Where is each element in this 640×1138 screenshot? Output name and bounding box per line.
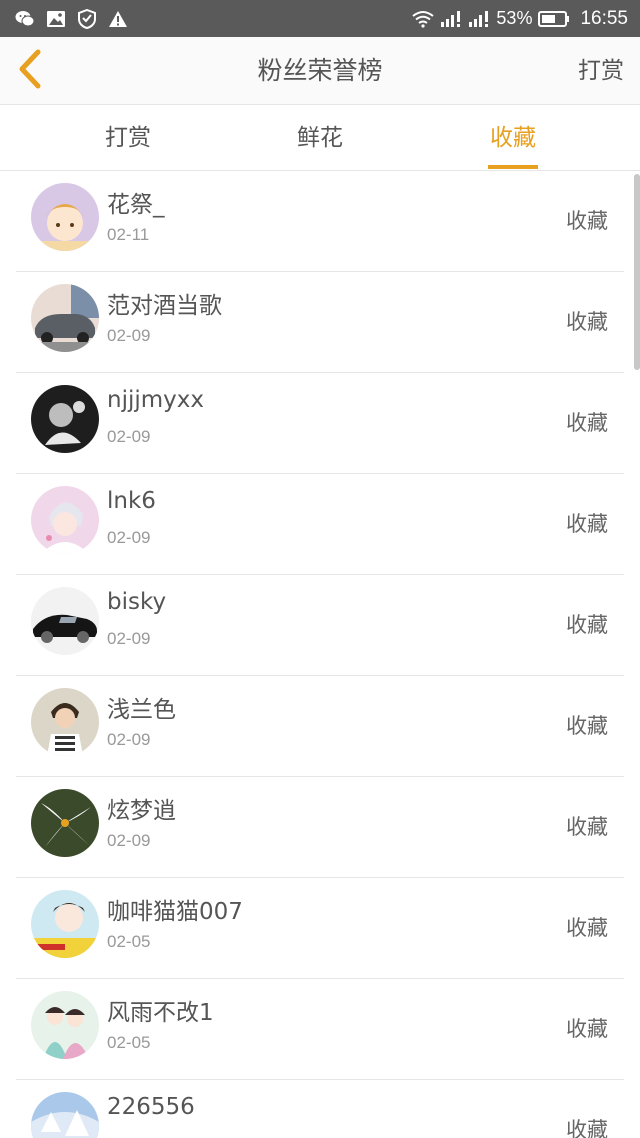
tab-reward[interactable]: 打赏 [58, 105, 198, 171]
user-name: bisky [107, 589, 167, 615]
action-label: 收藏 [566, 1017, 608, 1041]
action-label: 收藏 [566, 411, 608, 435]
list-item[interactable]: 花祭_ 02-11 收藏 [16, 171, 624, 272]
warning-icon [107, 8, 129, 30]
wifi-icon [412, 8, 435, 30]
user-date: 02-05 [107, 1033, 151, 1052]
avatar [31, 890, 99, 958]
status-bar: 53% 16:55 [0, 0, 640, 37]
avatar [31, 587, 99, 655]
tab-favorites[interactable]: 收藏 [443, 105, 583, 171]
shield-icon [76, 8, 98, 30]
user-name: 花祭_ [107, 192, 165, 218]
clock: 16:55 [580, 7, 628, 29]
avatar [31, 284, 99, 352]
user-date: 02-11 [107, 225, 150, 244]
user-name: 浅兰色 [107, 697, 176, 723]
action-label: 收藏 [566, 1118, 608, 1138]
status-icons-left [14, 8, 129, 30]
user-date: 02-09 [107, 528, 151, 547]
avatar [31, 385, 99, 453]
user-name: njjjmyxx [107, 387, 204, 413]
page-title: 粉丝荣誉榜 [257, 56, 383, 85]
action-label: 收藏 [566, 815, 608, 839]
list-item[interactable]: 咖啡猫猫007 02-05 收藏 [16, 878, 624, 979]
status-icons-right: 53% 16:55 [412, 8, 628, 30]
user-date: 02-09 [107, 831, 151, 850]
user-date: 02-09 [107, 326, 151, 345]
avatar [31, 991, 99, 1059]
user-date: 02-09 [107, 730, 151, 749]
list-item[interactable]: 范对酒当歌 02-09 收藏 [16, 272, 624, 373]
list-item[interactable]: 226556 收藏 [16, 1080, 624, 1138]
avatar [31, 183, 99, 251]
user-name: 范对酒当歌 [107, 293, 222, 319]
wechat-icon [14, 8, 36, 30]
user-date: 02-09 [107, 427, 151, 446]
tab-flowers[interactable]: 鲜花 [250, 105, 390, 171]
signal-icon [440, 8, 462, 30]
signal-icon [468, 8, 490, 30]
user-name: 226556 [107, 1094, 195, 1120]
list-item[interactable]: 炫梦逍 02-09 收藏 [16, 777, 624, 878]
fan-list[interactable]: 花祭_ 02-11 收藏 范对酒当歌 02-09 收藏 njjjmyxx 02-… [0, 171, 640, 1138]
scrollbar[interactable] [634, 174, 640, 370]
tab-bar: 打赏 鲜花 收藏 [0, 105, 640, 171]
avatar [31, 688, 99, 756]
list-item[interactable]: bisky 02-09 收藏 [16, 575, 624, 676]
list-item[interactable]: 浅兰色 02-09 收藏 [16, 676, 624, 777]
reward-button[interactable]: 打赏 [578, 37, 624, 105]
action-label: 收藏 [566, 209, 608, 233]
image-icon [45, 8, 67, 30]
user-name: lnk6 [107, 488, 156, 514]
avatar [31, 1092, 99, 1138]
tab-label: 打赏 [105, 125, 151, 151]
action-label: 收藏 [566, 310, 608, 334]
avatar [31, 486, 99, 554]
list-item[interactable]: lnk6 02-09 收藏 [16, 474, 624, 575]
tab-label: 鲜花 [297, 125, 343, 151]
app-header: 粉丝荣誉榜 打赏 [0, 37, 640, 105]
avatar [31, 789, 99, 857]
tab-label: 收藏 [490, 125, 536, 151]
user-name: 咖啡猫猫007 [107, 899, 243, 925]
user-name: 炫梦逍 [107, 798, 176, 824]
action-label: 收藏 [566, 613, 608, 637]
action-label: 收藏 [566, 512, 608, 536]
list-item[interactable]: 风雨不改1 02-05 收藏 [16, 979, 624, 1080]
action-label: 收藏 [566, 916, 608, 940]
action-label: 收藏 [566, 714, 608, 738]
active-tab-indicator [488, 165, 538, 169]
battery-icon [538, 8, 570, 30]
user-name: 风雨不改1 [107, 1000, 214, 1026]
list-item[interactable]: njjjmyxx 02-09 收藏 [16, 373, 624, 474]
battery-percent: 53% [496, 8, 533, 28]
user-date: 02-09 [107, 629, 151, 648]
user-date: 02-05 [107, 932, 151, 951]
